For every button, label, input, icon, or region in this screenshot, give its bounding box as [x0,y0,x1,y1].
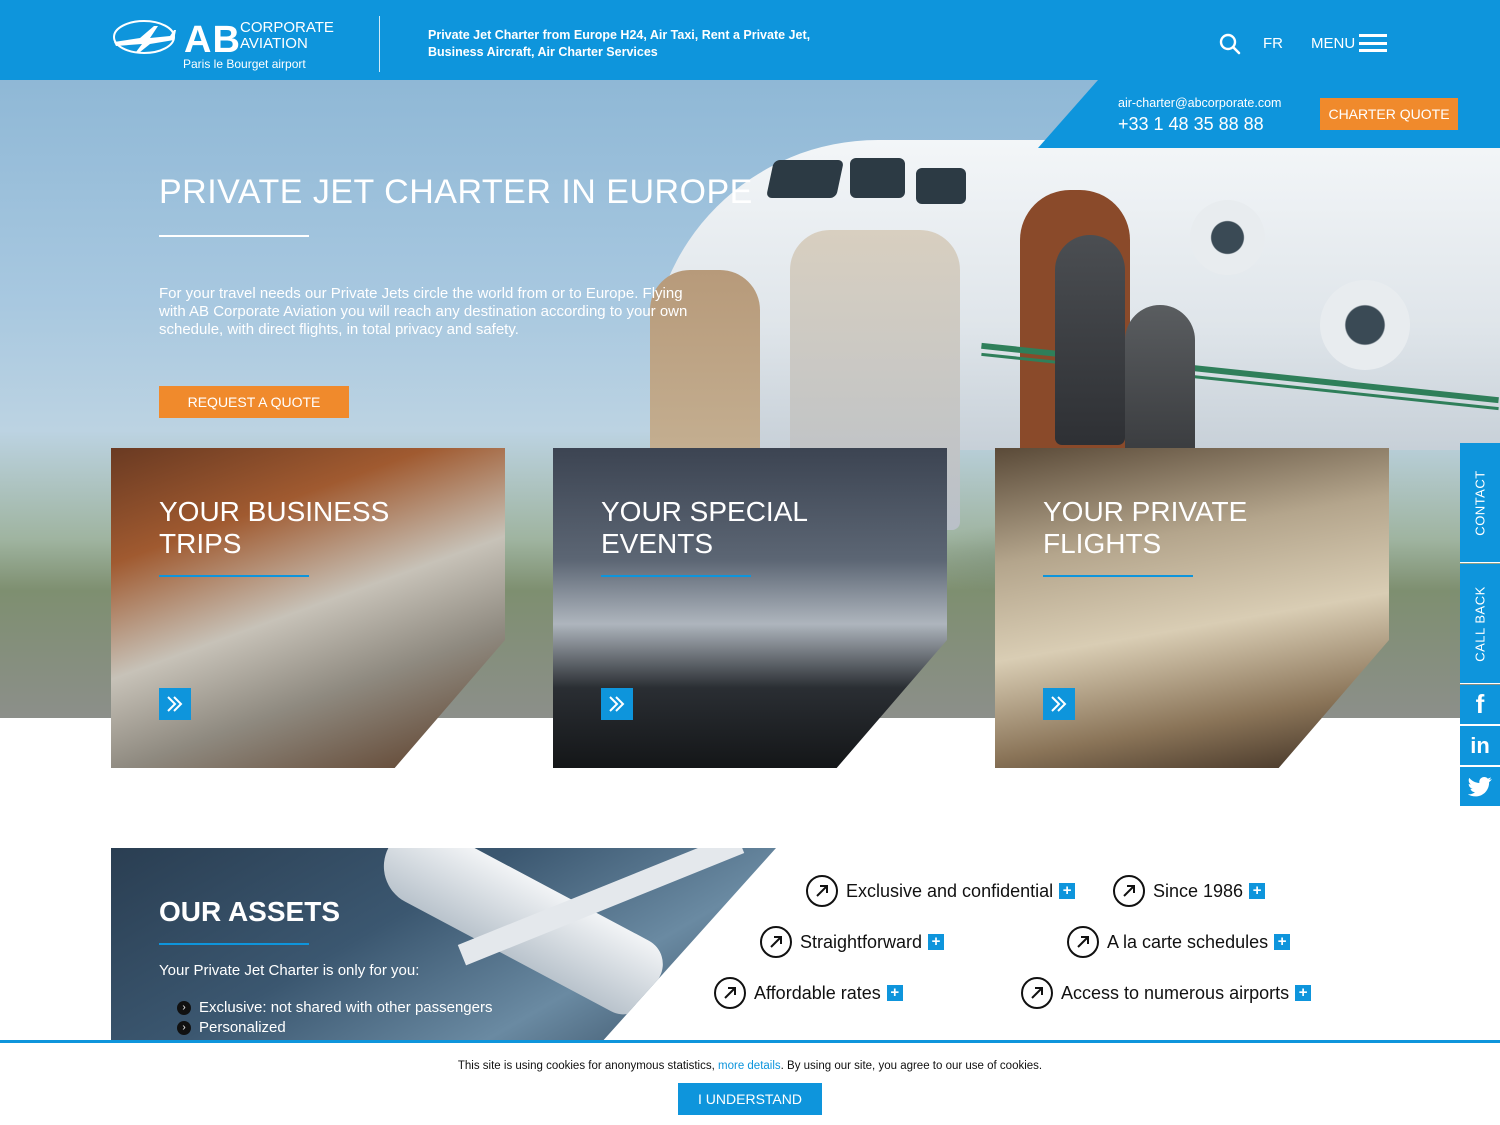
card-title: YOUR PRIVATE FLIGHTS [1043,496,1343,560]
side-tab-label: CONTACT [1472,469,1488,536]
chevron-right-icon: › [177,1021,191,1035]
search-icon[interactable] [1218,32,1242,56]
feature-label: Since 1986 [1153,880,1244,901]
arrow-up-right-icon [1021,977,1053,1009]
arrow-up-right-icon [1113,875,1145,907]
arrow-up-right-icon [806,875,838,907]
card-title-line: FLIGHTS [1043,528,1162,559]
arrow-up-right-icon [714,977,746,1009]
card-title-line: YOUR SPECIAL [601,496,808,527]
double-chevron-right-icon[interactable] [601,688,633,720]
hero-title-underline [159,235,309,237]
feature-label: A la carte schedules [1107,931,1269,952]
card-title-line: TRIPS [159,528,242,559]
hero-title: PRIVATE JET CHARTER IN EUROPE [159,173,753,211]
menu-button[interactable]: MENU [1311,34,1388,52]
header-divider [379,16,380,72]
double-chevron-right-icon[interactable] [1043,688,1075,720]
logo-corporate-aviation: CORPORATE AVIATION [240,20,334,52]
feature-straightforward[interactable]: Straightforward + [760,926,945,958]
hero-person [1055,235,1125,445]
facebook-glyph: f [1475,689,1485,719]
logo-aviation: AVIATION [240,35,308,52]
card-title-underline [601,575,751,577]
feature-affordable-rates[interactable]: Affordable rates + [714,977,903,1009]
assets-title-underline [159,943,309,945]
card-title: YOUR BUSINESS TRIPS [159,496,459,560]
request-quote-button[interactable]: REQUEST A QUOTE [159,386,349,418]
plane-logo-icon [113,20,176,54]
linkedin-icon[interactable]: in [1460,726,1500,766]
cookie-more-details-link[interactable]: more details [718,1060,781,1072]
card-title-underline [1043,575,1193,577]
hero-person [1125,305,1195,455]
feature-label: Access to numerous airports [1061,982,1290,1003]
arrow-up-right-icon [1067,926,1099,958]
card-title-line: EVENTS [601,528,714,559]
feature-label: Exclusive and confidential [846,880,1054,901]
feature-exclusive-confidential[interactable]: Exclusive and confidential + [806,875,1076,907]
card-private-flights[interactable]: YOUR PRIVATE FLIGHTS [995,448,1389,768]
ab-corporate-logo[interactable]: AB CORPORATE AVIATION Paris le Bourget a… [110,14,340,74]
list-item-text: Personalized [199,1019,286,1036]
hero-description: For your travel needs our Private Jets c… [159,285,688,338]
cookie-message: This site is using cookies for anonymous… [0,1060,1500,1072]
arrow-up-right-icon [760,926,792,958]
contact-phone[interactable]: +33 1 48 35 88 88 [1118,114,1264,135]
our-assets-panel: OUR ASSETS Your Private Jet Charter is o… [111,848,776,1048]
assets-subtitle: Your Private Jet Charter is only for you… [159,962,420,979]
list-item: › Personalized [177,1018,493,1038]
card-title-line: YOUR PRIVATE [1043,496,1248,527]
site-header: AB CORPORATE AVIATION Paris le Bourget a… [0,0,1500,80]
card-title-line: YOUR BUSINESS [159,496,390,527]
feature-label: Affordable rates [754,982,881,1003]
plus-icon[interactable]: + [1295,985,1312,1001]
charter-quote-button[interactable]: CHARTER QUOTE [1320,98,1458,130]
contact-email[interactable]: air-charter@abcorporate.com [1118,96,1281,110]
card-title: YOUR SPECIAL EVENTS [601,496,901,560]
plus-icon[interactable]: + [1274,934,1291,950]
plus-icon[interactable]: + [1059,883,1076,899]
plus-icon[interactable]: + [886,985,903,1001]
menu-label: MENU [1311,34,1356,52]
jet-cockpit-window [765,160,845,198]
list-item: › Exclusive: not shared with other passen… [177,998,493,1018]
cookie-banner: This site is using cookies for anonymous… [0,1040,1500,1125]
logo-ab: AB [184,19,241,61]
linkedin-glyph: in [1470,732,1490,758]
double-chevron-right-icon[interactable] [159,688,191,720]
cookie-accept-button[interactable]: I UNDERSTAND [678,1083,822,1115]
jet-cockpit-window [850,158,905,198]
side-tab-contact[interactable]: CONTACT [1460,443,1500,563]
chevron-right-icon: › [177,1001,191,1015]
logo-corporate: CORPORATE [240,19,334,36]
side-tab-label: CALL BACK [1472,585,1488,662]
language-switch[interactable]: FR [1263,35,1283,52]
contact-band: air-charter@abcorporate.com +33 1 48 35 … [1038,80,1500,148]
feature-a-la-carte-schedules[interactable]: A la carte schedules + [1067,926,1291,958]
assets-list: › Exclusive: not shared with other passen… [177,998,493,1038]
plus-icon[interactable]: + [1249,883,1266,899]
plus-icon[interactable]: + [928,934,945,950]
twitter-icon[interactable] [1460,767,1500,807]
cookie-text: . By using our site, you agree to our us… [780,1060,1043,1072]
jet-engine [1320,280,1410,370]
header-tagline: Private Jet Charter from Europe H24, Air… [428,28,811,59]
feature-since-1986[interactable]: Since 1986 + [1113,875,1266,907]
hamburger-icon [1359,34,1388,52]
side-tab-call-back[interactable]: CALL BACK [1460,564,1500,684]
assets-title: OUR ASSETS [159,896,340,927]
card-title-underline [159,575,309,577]
list-item-text: Exclusive: not shared with other passeng… [199,999,493,1016]
card-business-trips[interactable]: YOUR BUSINESS TRIPS [111,448,505,768]
card-special-events[interactable]: YOUR SPECIAL EVENTS [553,448,947,768]
jet-engine [1190,200,1265,275]
feature-access-to-airports[interactable]: Access to numerous airports + [1021,977,1312,1009]
feature-label: Straightforward [800,931,923,952]
jet-cockpit-window [916,168,966,204]
facebook-icon[interactable]: f [1460,685,1500,725]
cookie-text: This site is using cookies for anonymous… [457,1060,719,1072]
logo-location: Paris le Bourget airport [183,57,306,71]
